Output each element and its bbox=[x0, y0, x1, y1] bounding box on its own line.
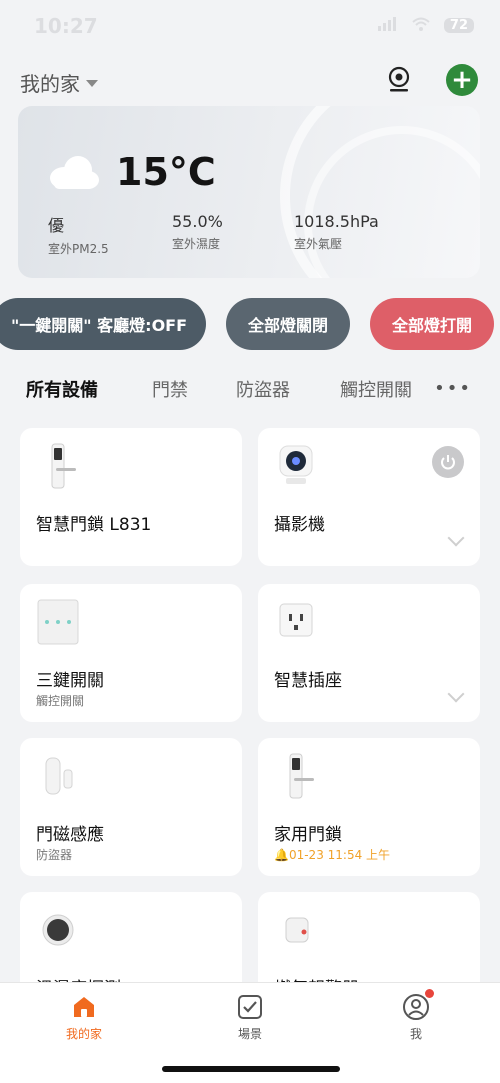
home-selector[interactable]: 我的家 bbox=[20, 68, 98, 97]
tab-access-control[interactable]: 門禁 bbox=[152, 376, 188, 402]
weather-card[interactable]: 15°C 優 室外PM2.5 55.0% 室外濕度 1018.5hPa 室外氣壓 bbox=[18, 106, 480, 278]
door-lock-icon bbox=[274, 752, 318, 800]
device-name: 家用門鎖 bbox=[274, 825, 342, 845]
scene-button-all-off[interactable]: 全部燈關閉 bbox=[226, 298, 350, 350]
tab-all-devices[interactable]: 所有設備 bbox=[26, 376, 98, 402]
home-indicator bbox=[162, 1066, 340, 1072]
device-card-smart-socket[interactable]: 智慧插座 bbox=[258, 584, 480, 722]
camera-device-icon bbox=[274, 442, 318, 490]
door-sensor-icon bbox=[36, 752, 80, 800]
scene-button-all-on[interactable]: 全部燈打開 bbox=[370, 298, 494, 350]
last-alert: 🔔01-23 11:54 上午 bbox=[274, 848, 391, 862]
signal-icon bbox=[377, 16, 398, 35]
device-name: 三鍵開關 bbox=[36, 671, 104, 691]
nav-scenes[interactable]: 場景 bbox=[210, 993, 290, 1042]
wifi-icon bbox=[412, 16, 430, 35]
device-card-three-key-switch[interactable]: 三鍵開關 觸控開關 bbox=[20, 584, 242, 722]
more-icon[interactable]: ••• bbox=[434, 378, 472, 399]
weather-stat-pressure: 1018.5hPa 室外氣壓 bbox=[294, 212, 379, 251]
device-name: 攝影機 bbox=[274, 515, 325, 535]
caret-down-icon bbox=[86, 80, 98, 87]
scene-button-one-key[interactable]: "一鍵開關" 客廳燈:OFF bbox=[0, 298, 206, 350]
device-name: 智慧插座 bbox=[274, 671, 342, 691]
gas-alarm-icon bbox=[274, 906, 318, 954]
notification-dot bbox=[425, 989, 434, 998]
cloud-icon bbox=[46, 154, 100, 190]
device-name: 門磁感應 bbox=[36, 825, 104, 845]
camera-icon[interactable] bbox=[384, 64, 414, 94]
tab-alarm[interactable]: 防盜器 bbox=[236, 376, 290, 402]
add-device-button[interactable]: + bbox=[446, 64, 478, 96]
temp-humidity-sensor-icon bbox=[36, 906, 80, 954]
door-lock-icon bbox=[36, 442, 80, 490]
tab-touch-switch[interactable]: 觸控開關 bbox=[340, 376, 412, 402]
header: 我的家 + bbox=[0, 60, 500, 104]
device-card-home-lock[interactable]: 家用門鎖 🔔01-23 11:54 上午 bbox=[258, 738, 480, 876]
nav-my-home[interactable]: 我的家 bbox=[44, 993, 124, 1042]
nav-me[interactable]: 我 bbox=[376, 989, 456, 1042]
device-tabs: 所有設備 門禁 防盜器 觸控開關 ••• bbox=[0, 376, 500, 408]
chevron-down-icon[interactable] bbox=[447, 529, 465, 547]
status-time: 10:27 bbox=[34, 14, 98, 38]
bell-icon: 🔔 bbox=[274, 848, 289, 862]
power-icon[interactable] bbox=[432, 446, 464, 478]
battery-indicator: 72 bbox=[443, 18, 474, 33]
checkbox-icon bbox=[236, 993, 264, 1021]
weather-stat-pm25: 優 室外PM2.5 bbox=[48, 216, 109, 256]
status-bar: 10:27 72 bbox=[0, 0, 500, 56]
switch-panel-icon bbox=[36, 598, 80, 646]
socket-icon bbox=[274, 598, 318, 646]
profile-icon bbox=[402, 989, 434, 1021]
scene-shortcuts: "一鍵開關" 客廳燈:OFF 全部燈關閉 全部燈打開 bbox=[0, 298, 500, 352]
device-card-door-sensor[interactable]: 門磁感應 防盜器 bbox=[20, 738, 242, 876]
home-name: 我的家 bbox=[20, 72, 80, 96]
chevron-down-icon[interactable] bbox=[447, 685, 465, 703]
device-name: 智慧門鎖 L831 bbox=[36, 515, 152, 535]
device-card-camera[interactable]: 攝影機 bbox=[258, 428, 480, 566]
temperature: 15°C bbox=[116, 150, 216, 194]
home-icon bbox=[70, 993, 98, 1021]
device-category: 觸控開關 bbox=[36, 694, 85, 708]
weather-stat-humidity: 55.0% 室外濕度 bbox=[172, 212, 223, 251]
device-card-smart-lock[interactable]: 智慧門鎖 L831 bbox=[20, 428, 242, 566]
device-category: 防盜器 bbox=[36, 848, 73, 862]
